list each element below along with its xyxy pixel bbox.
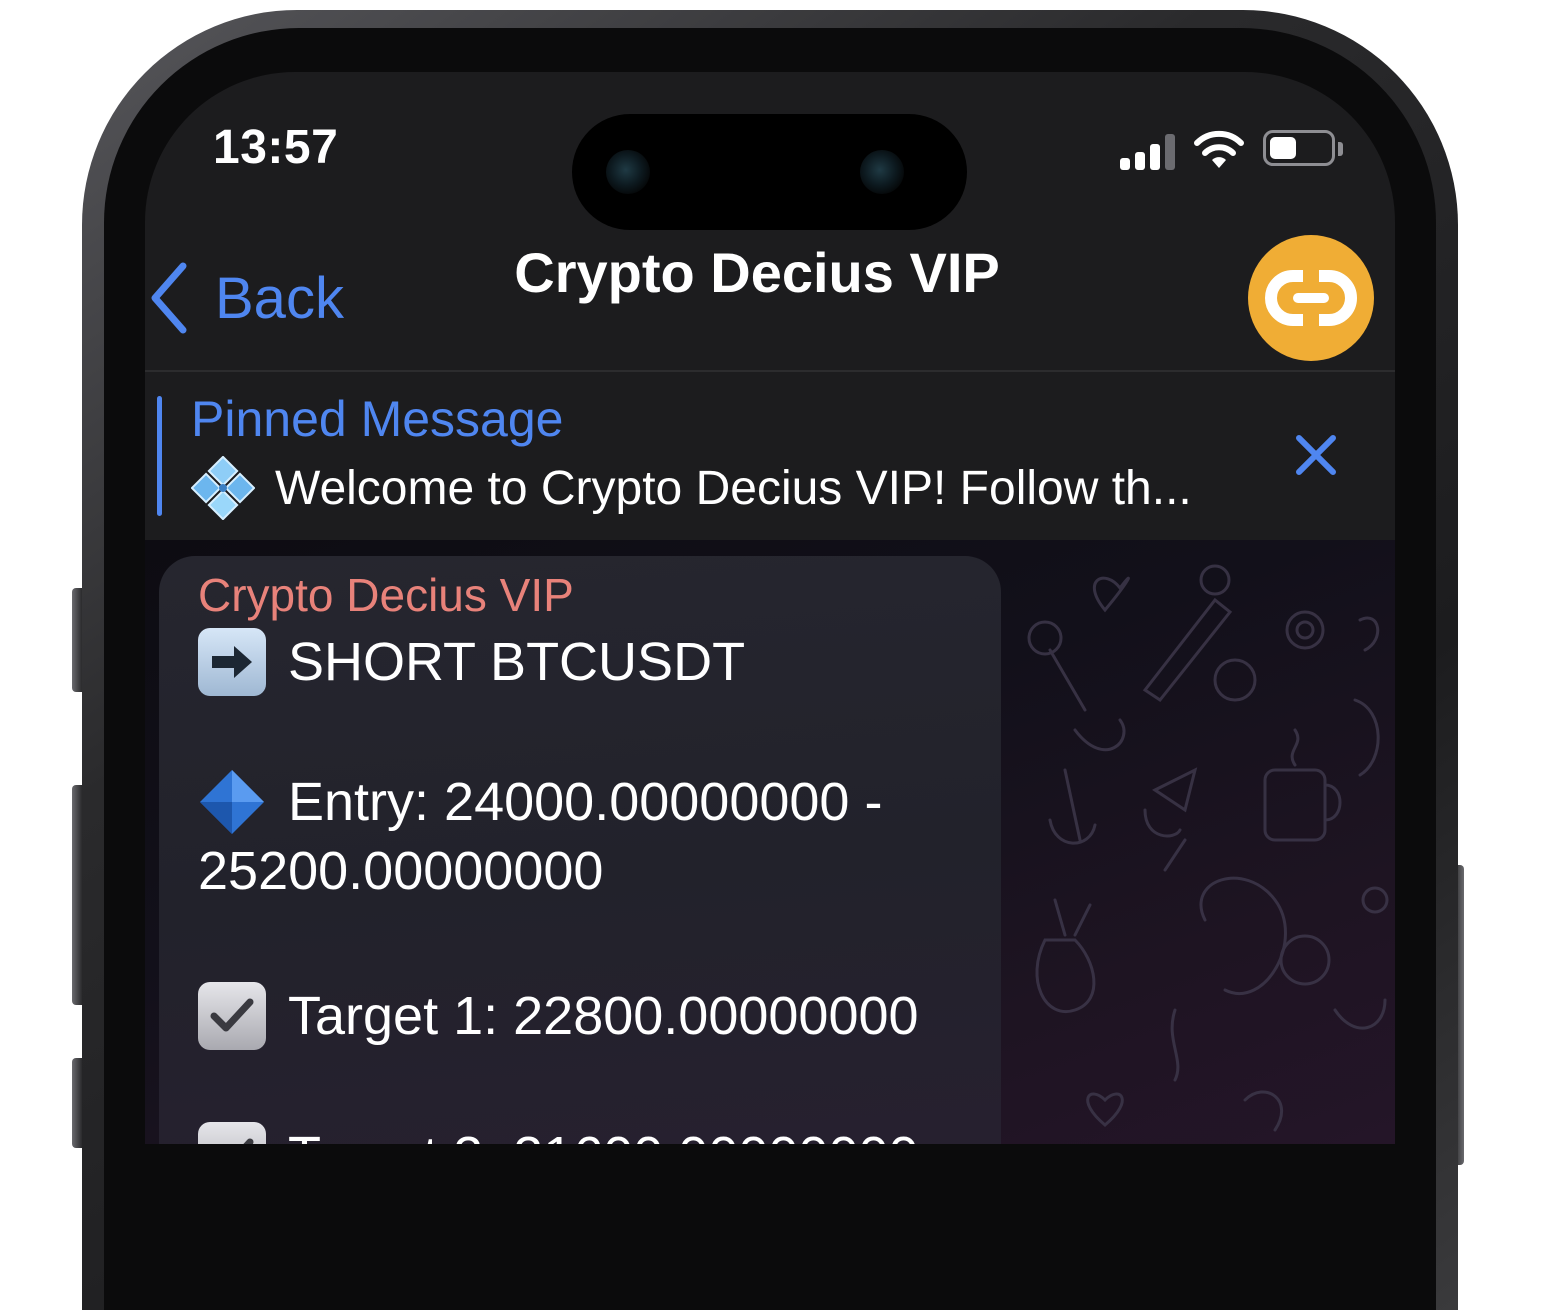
target-1-text: Target 1: 22800.00000000 <box>288 986 919 1046</box>
close-icon[interactable] <box>1291 430 1341 480</box>
check-box-emoji-icon <box>198 1122 266 1144</box>
status-time: 13:57 <box>213 121 339 174</box>
target-2-line: Target 2: 21600.00000000 <box>198 1122 919 1144</box>
diamond-emoji-icon <box>191 456 255 520</box>
target-1-line: Target 1: 22800.00000000 <box>198 982 919 1050</box>
entry-line: Entry: 24000.00000000 - <box>198 768 882 836</box>
pinned-preview: Welcome to Crypto Decius VIP! Follow th.… <box>191 456 1192 520</box>
camera-icon <box>606 150 650 194</box>
entry-text: Entry: 24000.00000000 - <box>288 772 883 832</box>
target-2-text: Target 2: 21600.00000000 <box>288 1125 919 1144</box>
right-arrow-emoji-icon <box>198 628 266 696</box>
chat-header: Back Crypto Decius VIP <box>145 222 1395 372</box>
battery-icon <box>1263 130 1335 166</box>
check-box-emoji-icon <box>198 982 266 1050</box>
direction-line: SHORT BTCUSDT <box>198 628 745 696</box>
back-label: Back <box>215 265 344 331</box>
entry-text-continued: 25200.00000000 <box>198 841 604 901</box>
pinned-indicator <box>157 396 162 516</box>
pinned-message-bar[interactable]: Pinned Message Welcome to Crypto Decius … <box>145 372 1395 540</box>
chat-area: Crypto Decius VIP SHORT BTCUSDT Entry: 2… <box>145 540 1395 1144</box>
action-button[interactable] <box>72 588 82 692</box>
chevron-left-icon <box>151 262 187 334</box>
battery-level <box>1270 137 1296 159</box>
cellular-signal-icon <box>1120 132 1180 170</box>
phone-screen: 13:57 Back Crypto Decius VIP Pinned Mess… <box>145 72 1395 1144</box>
chat-title[interactable]: Crypto Decius VIP <box>445 240 1069 305</box>
battery-cap <box>1338 142 1343 156</box>
message-sender: Crypto Decius VIP <box>198 569 574 621</box>
blue-diamond-emoji-icon <box>198 768 266 836</box>
channel-avatar[interactable] <box>1248 235 1374 361</box>
volume-down-button[interactable] <box>72 1058 82 1148</box>
sensor-icon <box>860 150 904 194</box>
entry-line-continued: 25200.00000000 <box>198 840 603 902</box>
back-button[interactable]: Back <box>149 262 344 334</box>
link-icon <box>1265 270 1357 326</box>
wifi-icon <box>1194 130 1244 168</box>
volume-up-button[interactable] <box>72 785 82 1005</box>
direction-text: SHORT BTCUSDT <box>288 632 746 692</box>
message-bubble[interactable]: Crypto Decius VIP SHORT BTCUSDT Entry: 2… <box>159 556 1001 1144</box>
dynamic-island <box>572 114 967 230</box>
pinned-text: Welcome to Crypto Decius VIP! Follow th.… <box>275 461 1192 515</box>
pinned-title: Pinned Message <box>191 391 564 447</box>
